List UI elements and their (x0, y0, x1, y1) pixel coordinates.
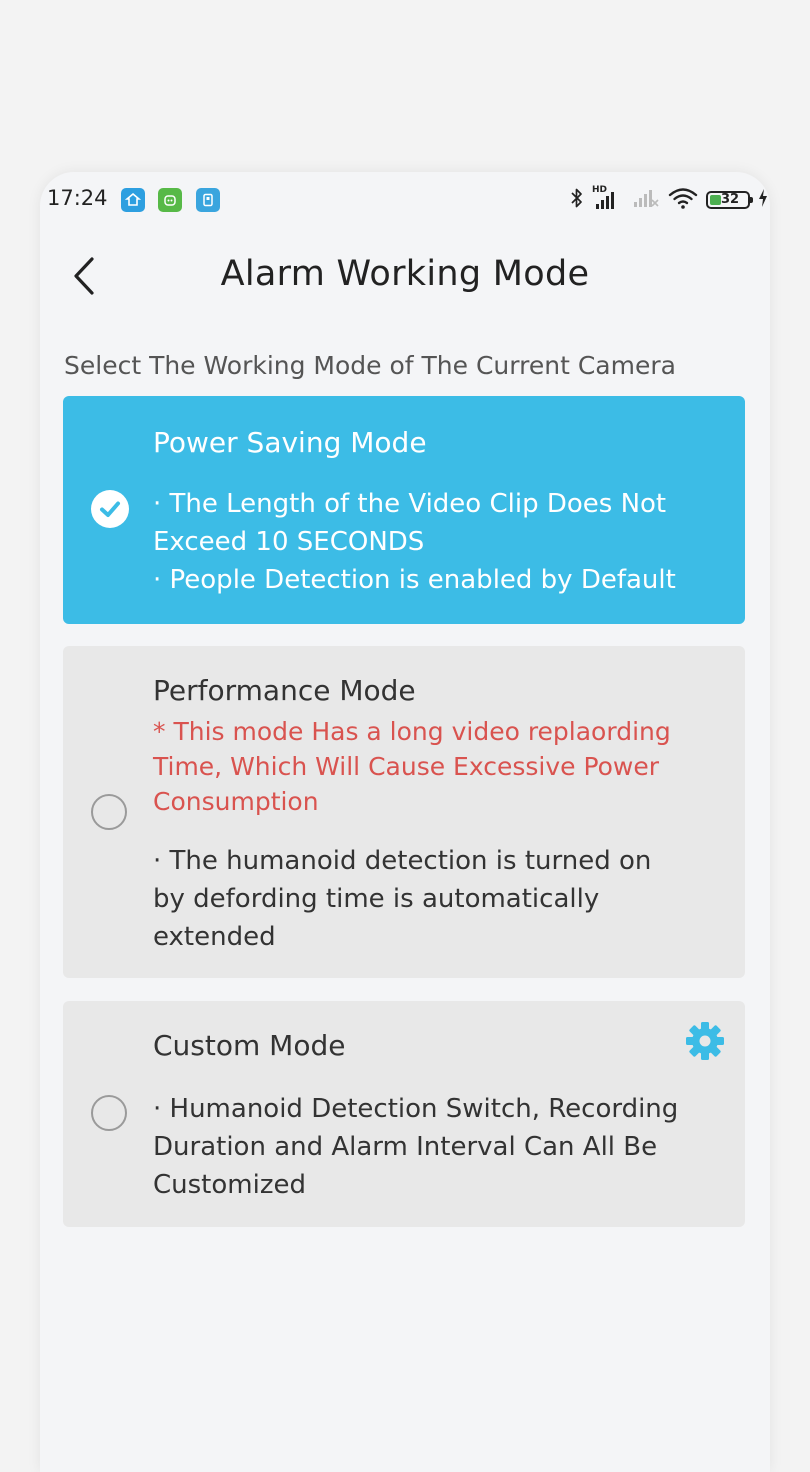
mode-radio-selected[interactable] (91, 490, 129, 528)
cellular-signal-weak-icon (630, 185, 660, 215)
section-subtitle: Select The Working Mode of The Current C… (64, 351, 676, 380)
mode-description: · The Length of the Video Clip Does Not … (153, 489, 667, 557)
mode-card-power-saving[interactable]: Power Saving Mode · The Length of the Vi… (63, 396, 745, 624)
battery-nub (750, 197, 753, 203)
status-bar: 17:24 HD 32 (40, 172, 770, 228)
check-icon (100, 501, 120, 517)
app-notification-icon (121, 188, 145, 212)
bluetooth-icon (570, 187, 584, 213)
app-notification-icon (158, 188, 182, 212)
mode-card-custom[interactable]: Custom Mode · Humanoid Detection Switch,… (63, 1001, 745, 1227)
custom-settings-button[interactable] (683, 1019, 727, 1063)
status-time: 17:24 (47, 186, 108, 210)
app-notification-icon (196, 188, 220, 212)
status-indicators: HD 32 (570, 185, 768, 215)
mode-warning: * This mode Has a long video replaording… (153, 717, 671, 816)
mode-title: Performance Mode (153, 674, 416, 707)
mode-description: · Humanoid Detection Switch, Recording D… (153, 1094, 679, 1200)
wifi-icon (668, 186, 698, 214)
mode-radio-unselected[interactable] (91, 794, 127, 830)
mode-description: · People Detection is enabled by Default (153, 565, 676, 595)
gear-icon (686, 1022, 724, 1060)
mode-title: Custom Mode (153, 1029, 346, 1062)
battery-icon: 32 (706, 191, 753, 209)
cellular-signal-icon: HD (592, 185, 622, 213)
mode-description: · The humanoid detection is turned on by… (153, 846, 652, 952)
mode-title: Power Saving Mode (153, 426, 427, 459)
phone-screen: 17:24 HD 32 Alarm Working Mode Select Th… (40, 172, 770, 1472)
page-title: Alarm Working Mode (220, 254, 590, 294)
charging-icon (758, 188, 768, 212)
mode-card-performance[interactable]: Performance Mode * This mode Has a long … (63, 646, 745, 978)
battery-level: 32 (721, 192, 740, 207)
battery-fill (710, 195, 721, 205)
mode-radio-unselected[interactable] (91, 1095, 127, 1131)
